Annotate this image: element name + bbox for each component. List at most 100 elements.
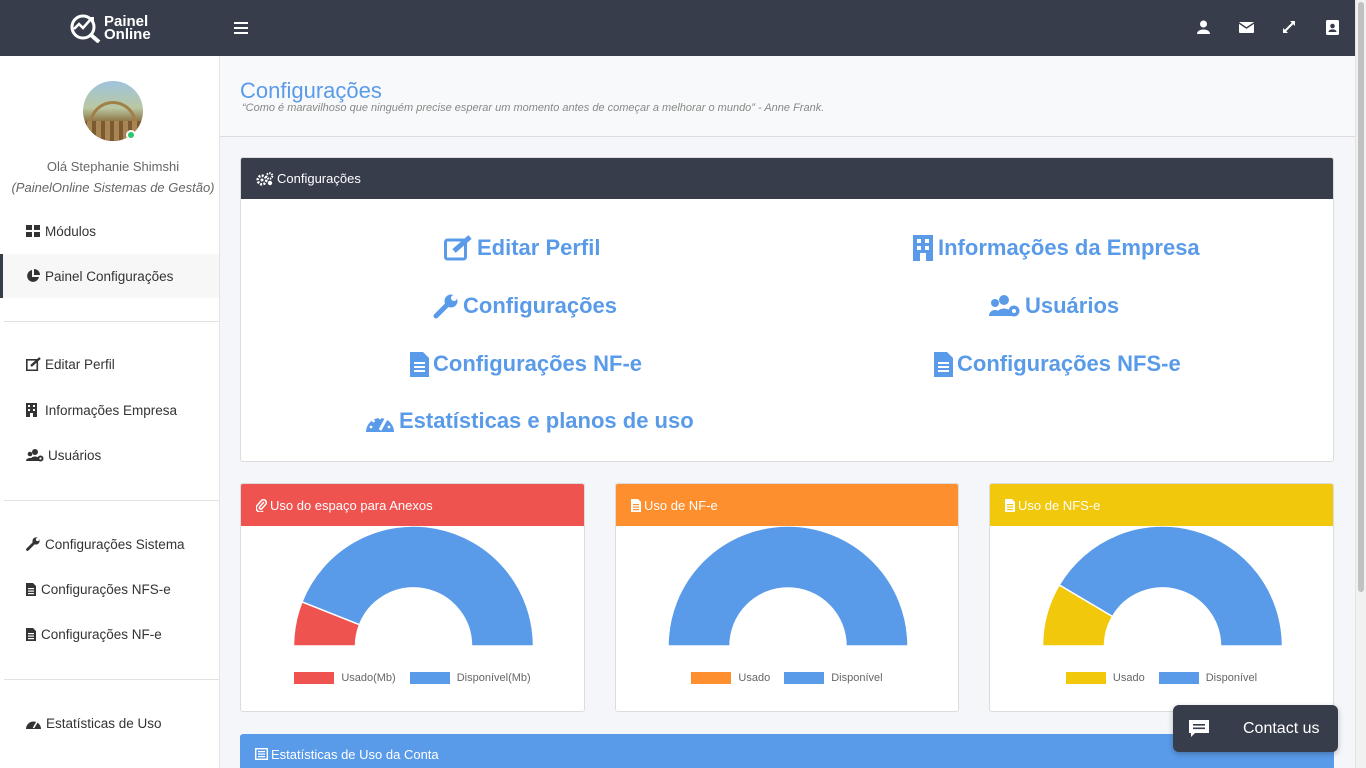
link-label: Configurações NFS-e — [957, 351, 1181, 376]
building-icon — [26, 403, 42, 417]
config-card: Configurações Editar Perfil Informações … — [240, 157, 1334, 462]
link-label: Usuários — [1025, 293, 1120, 318]
legend-swatch — [1158, 672, 1199, 684]
legend-item-usado[interactable]: Usado — [1065, 672, 1145, 684]
edit-icon — [26, 357, 42, 371]
online-status-dot — [126, 130, 136, 140]
legend-item-usado[interactable]: Usado — [691, 672, 770, 684]
link-configuracoes[interactable]: Configurações — [433, 293, 617, 319]
sidebar-item-label: Estatísticas de Uso — [46, 715, 162, 731]
sidebar-item-configuracoes-nfse[interactable]: Configurações NFS-e — [0, 567, 219, 611]
sidebar-item-label: Informações Empresa — [45, 402, 178, 418]
anexos-donut-chart — [292, 526, 535, 647]
card-title: Uso de NF-e — [644, 497, 718, 513]
sidebar-divider — [4, 500, 219, 501]
card-title: Configurações — [277, 171, 361, 186]
nfse-donut-chart — [1041, 526, 1284, 647]
users-cog-icon — [989, 295, 1020, 317]
building-icon — [913, 235, 933, 261]
link-configuracoes-nfe[interactable]: Configurações NF-e — [410, 351, 642, 377]
chart-card-anexos: Uso do espaço para Anexos Usado(Mb) Disp… — [240, 483, 585, 712]
sidebar-item-label: Editar Perfil — [45, 356, 115, 372]
stats-card: Estatísticas de Uso da Conta — [240, 734, 1334, 768]
app-logo[interactable]: Painel Online — [68, 13, 151, 43]
link-informacoes-empresa[interactable]: Informações da Empresa — [913, 235, 1200, 261]
user-greeting: Olá Stephanie Shimshi — [46, 159, 180, 174]
sidebar-item-label: Configurações Sistema — [45, 536, 185, 552]
chat-icon — [1189, 719, 1209, 738]
page-title: Configurações — [240, 78, 382, 103]
chart-legend: Usado(Mb) Disponível(Mb) — [241, 672, 584, 684]
legend-item-usado[interactable]: Usado(Mb) — [294, 672, 396, 684]
legend-swatch — [294, 672, 335, 684]
legend-label: Disponível — [1205, 672, 1258, 684]
sidebar-item-configuracoes-sistema[interactable]: Configurações Sistema — [0, 522, 219, 566]
link-estatisticas-planos[interactable]: Estatísticas e planos de uso — [366, 408, 694, 434]
user-icon[interactable] — [1194, 18, 1212, 36]
link-label: Editar Perfil — [477, 235, 601, 260]
legend-label: Usado(Mb) — [341, 672, 396, 684]
sidebar-item-estatisticas-uso[interactable]: Estatísticas de Uso — [0, 701, 219, 745]
file-icon — [934, 351, 953, 377]
link-label: Informações da Empresa — [938, 235, 1200, 260]
sidebar-divider — [4, 321, 219, 322]
paperclip-icon — [256, 498, 267, 512]
users-cog-icon — [26, 448, 45, 462]
address-book-icon[interactable] — [1323, 18, 1341, 36]
cogs-icon — [256, 171, 274, 186]
sidebar-item-label: Painel Configurações — [45, 268, 174, 284]
link-usuarios[interactable]: Usuários — [989, 293, 1119, 319]
sidebar-item-label: Configurações NF-e — [41, 626, 162, 642]
legend-label: Usado — [738, 672, 771, 684]
page-quote: “Como é maravilhoso que ninguém precise … — [242, 102, 825, 114]
legend-item-disponivel[interactable]: Disponível — [784, 672, 883, 684]
link-configuracoes-nfse[interactable]: Configurações NFS-e — [934, 351, 1181, 377]
legend-swatch — [409, 672, 450, 684]
link-label: Estatísticas e planos de uso — [399, 408, 694, 433]
menu-icon[interactable] — [234, 22, 248, 34]
expand-icon[interactable] — [1280, 18, 1298, 36]
pie-chart-icon — [26, 269, 42, 283]
contact-us-button[interactable]: Contact us — [1173, 705, 1338, 752]
card-title: Uso do espaço para Anexos — [270, 497, 433, 513]
sidebar-item-configuracoes-nfe[interactable]: Configurações NF-e — [0, 612, 219, 656]
legend-swatch — [784, 672, 825, 684]
legend-swatch — [691, 672, 732, 684]
card-header: Configurações — [241, 158, 1333, 199]
gauge-icon — [26, 716, 43, 730]
sidebar-item-label: Módulos — [45, 223, 97, 239]
nfe-donut-chart — [667, 526, 909, 647]
chart-card-nfe: Uso de NF-e Usado Disponível — [615, 483, 959, 712]
page-header: Configurações “Como é maravilhoso que ni… — [220, 56, 1355, 137]
chart-legend: Usado Disponível — [990, 672, 1333, 684]
donut-segment-disponivel[interactable] — [667, 526, 909, 647]
sidebar: Olá Stephanie Shimshi (PainelOnline Sist… — [0, 56, 220, 768]
gauge-icon — [366, 410, 394, 433]
legend-item-disponivel[interactable]: Disponível — [1158, 672, 1258, 684]
sidebar-item-editar-perfil[interactable]: Editar Perfil — [0, 342, 219, 386]
link-editar-perfil[interactable]: Editar Perfil — [444, 235, 600, 261]
top-navbar: Painel Online — [0, 0, 1355, 56]
edit-icon — [444, 235, 472, 261]
th-large-icon — [26, 224, 42, 238]
logo-icon — [70, 14, 101, 43]
sidebar-item-usuarios[interactable]: Usuários — [0, 433, 219, 477]
card-header: Uso de NFS-e — [990, 484, 1333, 526]
logo-line2: Online — [104, 26, 151, 43]
legend-swatch — [1065, 672, 1106, 684]
sidebar-item-informacoes-empresa[interactable]: Informações Empresa — [0, 388, 219, 432]
legend-item-disponivel[interactable]: Disponível(Mb) — [409, 672, 531, 684]
scrollbar-thumb[interactable] — [1358, 2, 1364, 592]
sidebar-item-label: Usuários — [48, 447, 102, 463]
sidebar-item-modulos[interactable]: Módulos — [0, 209, 219, 253]
chart-legend: Usado Disponível — [616, 672, 958, 684]
file-icon — [26, 627, 38, 641]
list-alt-icon — [255, 748, 268, 760]
wrench-icon — [433, 294, 458, 319]
sidebar-item-label: Configurações NFS-e — [41, 581, 171, 597]
page-scrollbar[interactable] — [1355, 0, 1366, 768]
contact-us-label: Contact us — [1243, 719, 1320, 737]
sidebar-divider — [4, 679, 219, 680]
envelope-icon[interactable] — [1237, 18, 1255, 36]
sidebar-item-painel-configuracoes[interactable]: Painel Configurações — [0, 254, 219, 298]
